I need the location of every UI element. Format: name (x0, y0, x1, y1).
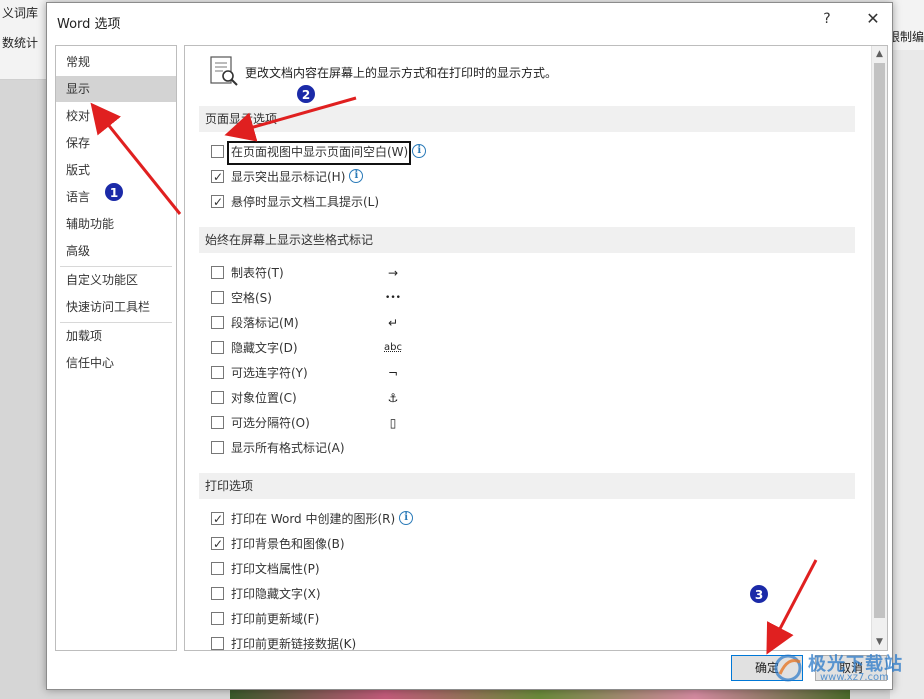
option-label: 打印前更新链接数据(K) (231, 637, 357, 651)
optional-break-symbol: ▯ (389, 416, 397, 430)
hidden-text-symbol: abc (384, 342, 402, 353)
option-label: 打印在 Word 中创建的图形(R) (231, 512, 396, 526)
option-label: 可选分隔符(O) (231, 416, 310, 430)
dialog-title: Word 选项 (57, 17, 121, 32)
help-button[interactable]: ? (817, 11, 837, 31)
checkbox-paragraph-marks[interactable] (211, 316, 224, 329)
watermark-logo-icon (774, 654, 802, 682)
info-icon[interactable]: i (349, 169, 364, 183)
site-watermark: 极光下载站 www.xz7.com (768, 648, 918, 688)
section-printing: 打印选项 (199, 473, 855, 499)
info-icon[interactable]: i (399, 511, 414, 525)
ribbon-label-restrict-editing[interactable]: 限制编 (888, 28, 924, 45)
annotation-highlight-box (227, 141, 411, 165)
checkbox-update-fields[interactable] (211, 612, 224, 625)
hyphen-mark-symbol: ¬ (387, 366, 399, 380)
option-label: 可选连字符(Y) (231, 366, 308, 380)
nav-item-add-ins[interactable]: 加载项 (56, 323, 176, 349)
document-magnifier-icon (210, 56, 238, 86)
watermark-url: www.xz7.com (820, 672, 889, 683)
section-formatting-marks: 始终在屏幕上显示这些格式标记 (199, 227, 855, 253)
section-page-display: 页面显示选项 (199, 106, 855, 132)
nav-item-trust-center[interactable]: 信任中心 (56, 350, 176, 376)
checkbox-tab-characters[interactable] (211, 266, 224, 279)
checkbox-show-highlighter[interactable] (211, 168, 224, 186)
checkbox-show-whitespace[interactable] (211, 145, 224, 158)
checkbox-update-links[interactable] (211, 637, 224, 650)
background-right-pane (890, 50, 924, 699)
checkbox-print-properties[interactable] (211, 562, 224, 575)
space-mark-symbol: ••• (385, 293, 401, 303)
option-label: 显示突出显示标记(H) (231, 170, 346, 184)
nav-item-accessibility[interactable]: 辅助功能 (56, 211, 176, 237)
ribbon-label-thesaurus[interactable]: 义词库 (2, 4, 38, 21)
checkbox-optional-hyphens[interactable] (211, 366, 224, 379)
option-label: 打印文档属性(P) (231, 562, 320, 576)
scroll-up-arrow-icon[interactable]: ▲ (872, 46, 887, 62)
checkbox-object-anchors[interactable] (211, 391, 224, 404)
scrollbar-thumb[interactable] (874, 63, 885, 618)
tab-mark-symbol: → (387, 266, 399, 280)
option-label: 空格(S) (231, 291, 272, 305)
checkbox-optional-breaks[interactable] (211, 416, 224, 429)
option-label: 对象位置(C) (231, 391, 297, 405)
close-button[interactable]: ✕ (861, 9, 885, 31)
option-label: 悬停时显示文档工具提示(L) (231, 195, 380, 209)
paragraph-mark-symbol: ↵ (387, 316, 399, 330)
checkbox-show-tooltips[interactable] (211, 193, 224, 211)
option-label: 打印背景色和图像(B) (231, 537, 345, 551)
anchor-icon: ⚓ (387, 391, 399, 405)
nav-item-display[interactable]: 显示 (56, 76, 176, 102)
intro-description: 更改文档内容在屏幕上的显示方式和在打印时的显示方式。 (245, 66, 558, 80)
checkbox-show-all-marks[interactable] (211, 441, 224, 454)
option-label: 打印前更新域(F) (231, 612, 320, 626)
option-label: 显示所有格式标记(A) (231, 441, 345, 455)
nav-item-save[interactable]: 保存 (56, 130, 176, 156)
checkbox-print-drawings[interactable] (211, 510, 224, 528)
option-label: 打印隐藏文字(X) (231, 587, 321, 601)
annotation-marker-2: 2 (296, 84, 316, 104)
option-label: 段落标记(M) (231, 316, 299, 330)
option-label: 隐藏文字(D) (231, 341, 298, 355)
info-icon[interactable]: i (412, 144, 427, 158)
display-options-pane: 更改文档内容在屏幕上的显示方式和在打印时的显示方式。 页面显示选项 在页面视图中… (184, 45, 888, 651)
nav-item-quick-access-toolbar[interactable]: 快速访问工具栏 (56, 294, 176, 320)
nav-item-general[interactable]: 常规 (56, 49, 176, 75)
nav-item-proofing[interactable]: 校对 (56, 103, 176, 129)
checkbox-spaces[interactable] (211, 291, 224, 304)
annotation-marker-1: 1 (104, 182, 124, 202)
annotation-marker-3: 3 (749, 584, 769, 604)
nav-item-customize-ribbon[interactable]: 自定义功能区 (56, 267, 176, 293)
checkbox-print-hidden-text[interactable] (211, 587, 224, 600)
ribbon-label-word-count[interactable]: 数统计 (2, 34, 38, 51)
nav-item-layout[interactable]: 版式 (56, 157, 176, 183)
option-label: 制表符(T) (231, 266, 284, 280)
checkbox-hidden-text[interactable] (211, 341, 224, 354)
checkbox-print-background[interactable] (211, 535, 224, 553)
nav-item-advanced[interactable]: 高级 (56, 238, 176, 264)
options-nav: 常规 显示 校对 保存 版式 语言 辅助功能 高级 自定义功能区 快速访问工具栏… (55, 45, 177, 651)
content-scrollbar[interactable]: ▲ ▼ (871, 46, 887, 650)
